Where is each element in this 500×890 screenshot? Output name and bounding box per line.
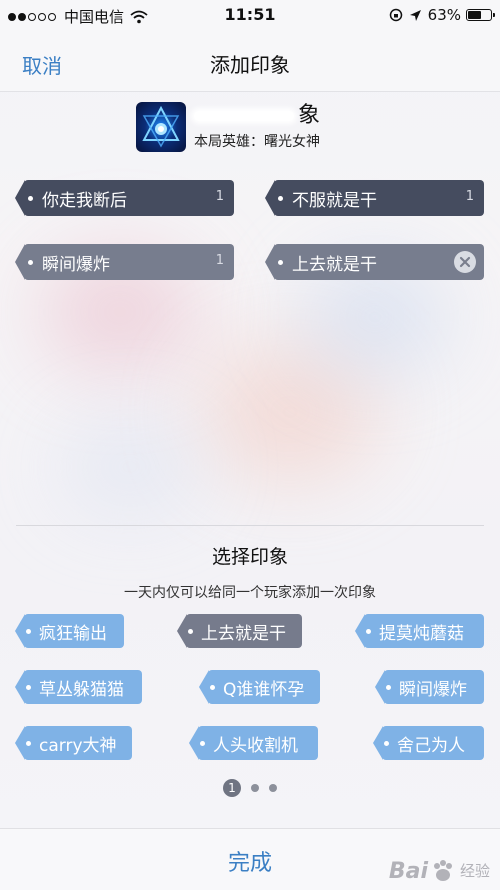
status-bar: 中国电信 11:51 63% (0, 0, 500, 30)
tag-count: 1 (215, 189, 224, 204)
player-name: 象 (194, 103, 320, 129)
status-right: 63% (389, 6, 495, 24)
tag-label: 瞬间爆炸 (42, 254, 110, 275)
impression-option[interactable]: 人头收割机 (189, 726, 318, 760)
option-label: 瞬间爆炸 (399, 679, 467, 700)
received-tag-new[interactable]: 上去就是干 (265, 244, 484, 280)
watermark-cn-text: 经验 (459, 861, 490, 880)
tag-label: 你走我断后 (42, 190, 127, 211)
watermark: Bai 经验 (389, 858, 490, 884)
battery-icon (466, 9, 495, 21)
impression-option[interactable]: 疯狂输出 (15, 614, 124, 648)
received-tag[interactable]: 不服就是干 1 (265, 180, 484, 216)
player-header: 象 本局英雄：曙光女神 (136, 102, 320, 152)
impression-option[interactable]: 舍己为人 (373, 726, 484, 760)
tag-label: 不服就是干 (292, 190, 377, 211)
impression-option[interactable]: 瞬间爆炸 (375, 670, 484, 704)
option-label: 提莫炖蘑菇 (379, 623, 464, 644)
tag-hole (384, 740, 389, 746)
bottom-bar: 完成 Bai 经验 (0, 828, 500, 890)
impression-option[interactable]: 提莫炖蘑菇 (355, 614, 484, 648)
tag-hole (28, 195, 33, 201)
tag-hole (278, 259, 283, 265)
page-indicator-dot[interactable] (269, 784, 277, 792)
tag-hole (26, 684, 31, 690)
tag-count: 1 (465, 189, 474, 204)
tag-hole (278, 195, 283, 201)
option-label: 舍己为人 (397, 735, 465, 756)
battery-percent: 63% (427, 6, 461, 24)
rotation-lock-icon (389, 8, 402, 22)
tag-hole (200, 740, 205, 746)
page-indicator-current[interactable]: 1 (223, 779, 241, 797)
player-hero: 本局英雄：曙光女神 (194, 134, 320, 150)
hero-emblem-icon (142, 105, 180, 148)
tag-label: 上去就是干 (292, 254, 377, 275)
tag-hole (366, 628, 371, 634)
tag-hole (386, 684, 391, 690)
impression-option-selected[interactable]: 上去就是干 (177, 614, 302, 648)
option-label: 疯狂输出 (39, 623, 107, 644)
impression-option[interactable]: Q谁谁怀孕 (199, 670, 320, 704)
name-redaction (194, 111, 294, 121)
nav-bar: 取消 添加印象 (0, 30, 500, 92)
select-subtitle: 一天内仅可以给同一个玩家添加一次印象 (124, 585, 376, 601)
section-divider (16, 525, 484, 526)
close-icon (459, 256, 471, 268)
tag-count: 1 (215, 253, 224, 268)
watermark-text: Bai (388, 858, 428, 884)
option-label: 上去就是干 (201, 623, 286, 644)
player-info: 象 本局英雄：曙光女神 (194, 103, 320, 151)
option-label: carry大神 (39, 735, 117, 756)
option-label: Q谁谁怀孕 (223, 679, 305, 700)
received-tag[interactable]: 瞬间爆炸 1 (15, 244, 234, 280)
received-tag[interactable]: 你走我断后 1 (15, 180, 234, 216)
tag-hole (188, 628, 193, 634)
battery-fill (468, 11, 481, 19)
watermark-cn: 经验 (459, 861, 490, 880)
hero-avatar (136, 102, 186, 152)
remove-tag-button[interactable] (454, 251, 476, 273)
page-indicator-dot[interactable] (251, 784, 259, 792)
page-title: 添加印象 (210, 53, 290, 77)
tag-hole (210, 684, 215, 690)
impression-option[interactable]: carry大神 (15, 726, 132, 760)
location-arrow-icon (409, 9, 421, 21)
paw-icon (433, 860, 452, 881)
impression-option[interactable]: 草丛躲猫猫 (15, 670, 142, 704)
tag-hole (26, 628, 31, 634)
tag-hole (26, 740, 31, 746)
option-label: 人头收割机 (213, 735, 298, 756)
page-indicator[interactable]: 1 (0, 779, 500, 797)
option-label: 草丛躲猫猫 (39, 679, 124, 700)
tag-hole (28, 259, 33, 265)
select-title: 选择印象 (211, 546, 288, 568)
